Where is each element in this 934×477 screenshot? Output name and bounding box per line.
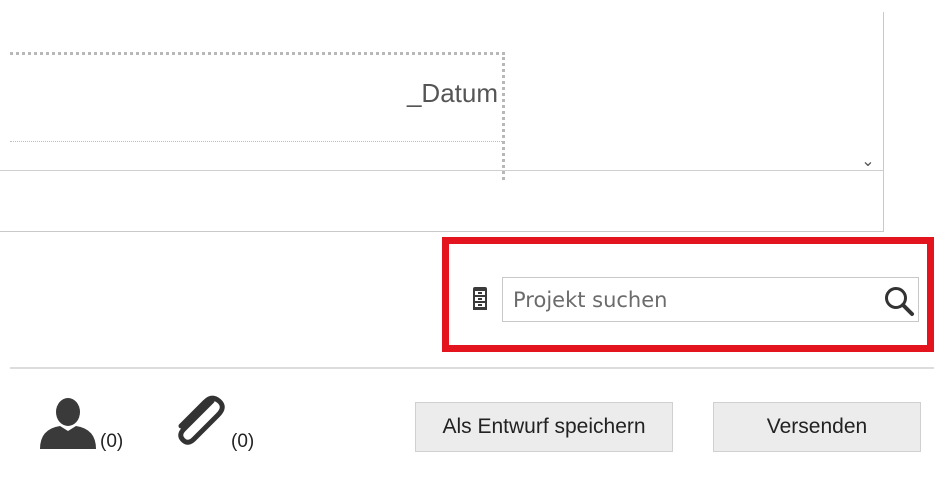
date-placeholder-text: _Datum: [406, 78, 498, 108]
compose-view: _Datum ⌄ (0) (0) Als Entwurf speichern V…: [0, 0, 934, 477]
paperclip-icon[interactable]: [168, 391, 230, 453]
chevron-down-icon[interactable]: ⌄: [858, 152, 878, 172]
attachment-count: (0): [231, 431, 255, 452]
template-field[interactable]: _Datum: [10, 52, 505, 180]
person-icon[interactable]: [38, 397, 98, 449]
project-search-box: [502, 277, 919, 322]
message-editor[interactable]: _Datum ⌄: [0, 12, 884, 232]
recipient-count: (0): [100, 431, 124, 452]
project-search-input[interactable]: [503, 278, 873, 321]
send-button[interactable]: Versenden: [713, 402, 921, 452]
footer-divider: [10, 367, 934, 369]
search-icon[interactable]: [882, 284, 916, 318]
file-cabinet-icon: [473, 287, 487, 310]
editor-divider: [0, 170, 883, 171]
template-row-divider: [10, 141, 502, 142]
save-draft-button[interactable]: Als Entwurf speichern: [415, 402, 673, 452]
